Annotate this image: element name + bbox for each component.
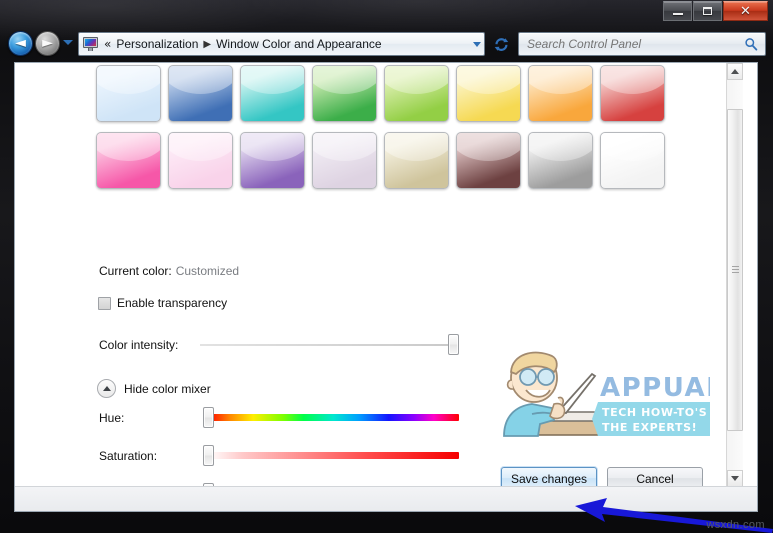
swatch-blue[interactable] bbox=[168, 65, 233, 122]
swatch-frost[interactable] bbox=[600, 132, 665, 189]
hide-color-mixer-label: Hide color mixer bbox=[124, 381, 211, 396]
swatch-twilight[interactable] bbox=[240, 65, 305, 122]
close-button[interactable]: ✕ bbox=[723, 1, 768, 21]
breadcrumb-overflow-icon[interactable]: « bbox=[104, 37, 111, 51]
vertical-scrollbar[interactable] bbox=[726, 63, 743, 487]
minimize-button[interactable] bbox=[663, 1, 692, 21]
settings-scroll-area: Current color: Customized Enable transpar… bbox=[15, 63, 743, 487]
swatch-taupe[interactable] bbox=[384, 132, 449, 189]
search-icon[interactable] bbox=[744, 37, 758, 51]
back-button[interactable]: ◄ bbox=[8, 31, 33, 56]
wsxdn-watermark: wsxdn.com bbox=[706, 519, 765, 531]
enable-transparency-checkbox[interactable] bbox=[98, 296, 111, 310]
current-color-label: Current color: bbox=[99, 264, 172, 278]
hue-slider[interactable] bbox=[203, 407, 459, 428]
swatch-sky[interactable] bbox=[96, 65, 161, 122]
forward-arrow-icon: ► bbox=[42, 35, 53, 51]
swatch-row-1 bbox=[96, 65, 676, 122]
search-box[interactable] bbox=[518, 32, 766, 56]
color-swatch-grid bbox=[96, 65, 676, 199]
scrollbar-grip-icon bbox=[731, 265, 739, 275]
enable-transparency-row[interactable]: Enable transparency bbox=[98, 296, 227, 310]
swatch-violet[interactable] bbox=[240, 132, 305, 189]
scroll-up-button[interactable] bbox=[727, 63, 743, 80]
recent-pages-chevron-down-icon[interactable] bbox=[63, 40, 73, 45]
saturation-label: Saturation: bbox=[99, 449, 158, 463]
back-arrow-icon: ◄ bbox=[15, 35, 26, 51]
swatch-rose[interactable] bbox=[96, 132, 161, 189]
navigation-bar: ◄ ► « Personalization ▶ Window Color and… bbox=[0, 28, 773, 60]
address-bar[interactable]: « Personalization ▶ Window Color and App… bbox=[78, 32, 485, 56]
breadcrumb-personalization[interactable]: Personalization bbox=[116, 37, 198, 51]
swatch-chocolate[interactable] bbox=[456, 132, 521, 189]
client-area: Current color: Customized Enable transpar… bbox=[14, 62, 758, 512]
scrollbar-thumb[interactable] bbox=[727, 109, 743, 431]
swatch-lime[interactable] bbox=[456, 65, 521, 122]
swatch-sea[interactable] bbox=[312, 65, 377, 122]
current-color-value: Customized bbox=[175, 264, 240, 278]
saturation-slider[interactable] bbox=[203, 445, 459, 466]
breadcrumb-window-color-and-appearance[interactable]: Window Color and Appearance bbox=[216, 37, 381, 51]
search-input[interactable] bbox=[527, 37, 744, 51]
personalization-monitor-icon bbox=[83, 37, 99, 51]
hue-slider-thumb[interactable] bbox=[203, 407, 214, 428]
chevron-up-icon[interactable] bbox=[97, 379, 116, 398]
enable-transparency-label: Enable transparency bbox=[117, 296, 228, 310]
window-controls: ✕ bbox=[663, 1, 768, 22]
current-color-row: Current color: Customized bbox=[99, 264, 239, 278]
hide-color-mixer-button[interactable]: Hide color mixer bbox=[97, 379, 211, 398]
saturation-slider-thumb[interactable] bbox=[203, 445, 214, 466]
close-icon: ✕ bbox=[740, 3, 751, 19]
command-bar bbox=[15, 486, 757, 511]
hue-label: Hue: bbox=[99, 411, 125, 425]
address-dropdown-chevron-down-icon[interactable] bbox=[473, 42, 481, 47]
chevron-up-icon bbox=[731, 69, 739, 74]
swatch-sun[interactable] bbox=[528, 65, 593, 122]
swatch-lavender[interactable] bbox=[312, 132, 377, 189]
swatch-red[interactable] bbox=[600, 65, 665, 122]
swatch-row-2 bbox=[96, 132, 676, 189]
maximize-button[interactable] bbox=[693, 1, 722, 21]
breadcrumb-separator-icon: ▶ bbox=[203, 38, 212, 50]
maximize-icon bbox=[703, 7, 712, 15]
swatch-leaf[interactable] bbox=[384, 65, 449, 122]
refresh-icon bbox=[494, 37, 509, 51]
swatch-slate[interactable] bbox=[528, 132, 593, 189]
minimize-icon bbox=[672, 12, 683, 15]
color-intensity-label: Color intensity: bbox=[99, 338, 179, 352]
window-color-appearance-window: ✕ ◄ ► « Personalization ▶ Window Color a… bbox=[0, 0, 773, 533]
forward-button[interactable]: ► bbox=[35, 31, 60, 56]
refresh-button[interactable] bbox=[491, 33, 512, 55]
color-intensity-slider-thumb[interactable] bbox=[448, 334, 459, 355]
color-intensity-slider[interactable] bbox=[200, 334, 459, 355]
swatch-pink[interactable] bbox=[168, 132, 233, 189]
